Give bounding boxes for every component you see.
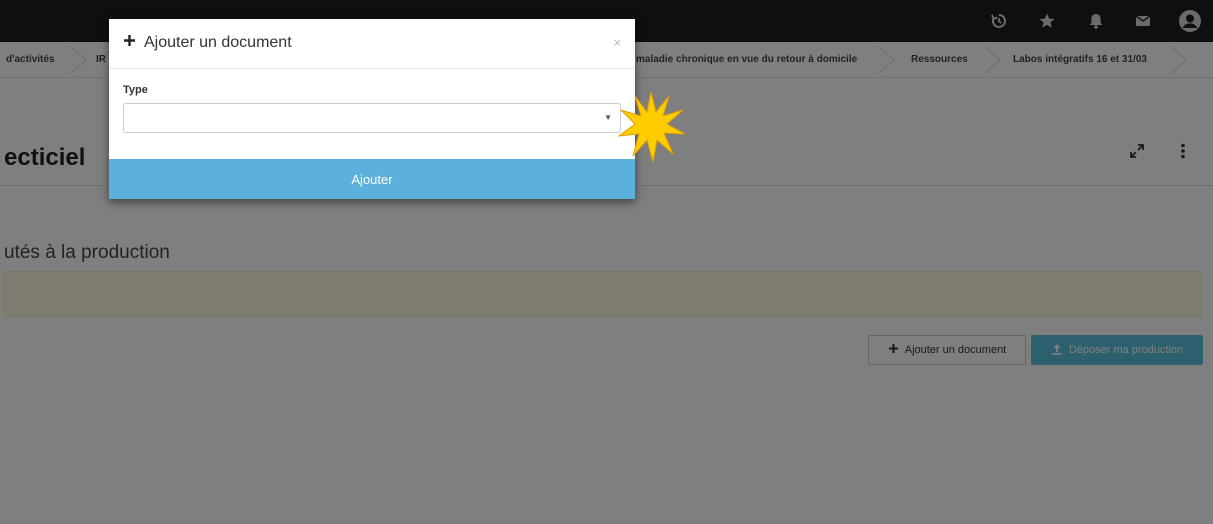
close-icon[interactable]: × [613, 35, 621, 50]
caret-down-icon: ▼ [604, 113, 612, 122]
modal-title-text: Ajouter un document [144, 34, 292, 51]
modal-header: Ajouter un document × [109, 19, 635, 69]
type-label: Type [123, 84, 148, 96]
highlight-burst-icon [617, 91, 685, 162]
ajouter-button[interactable]: Ajouter [109, 159, 635, 199]
plus-icon [123, 34, 136, 52]
add-document-modal: Ajouter un document × Type ▼ Ajouter [109, 19, 635, 199]
modal-title: Ajouter un document [123, 34, 292, 52]
type-select[interactable]: ▼ [123, 103, 621, 133]
